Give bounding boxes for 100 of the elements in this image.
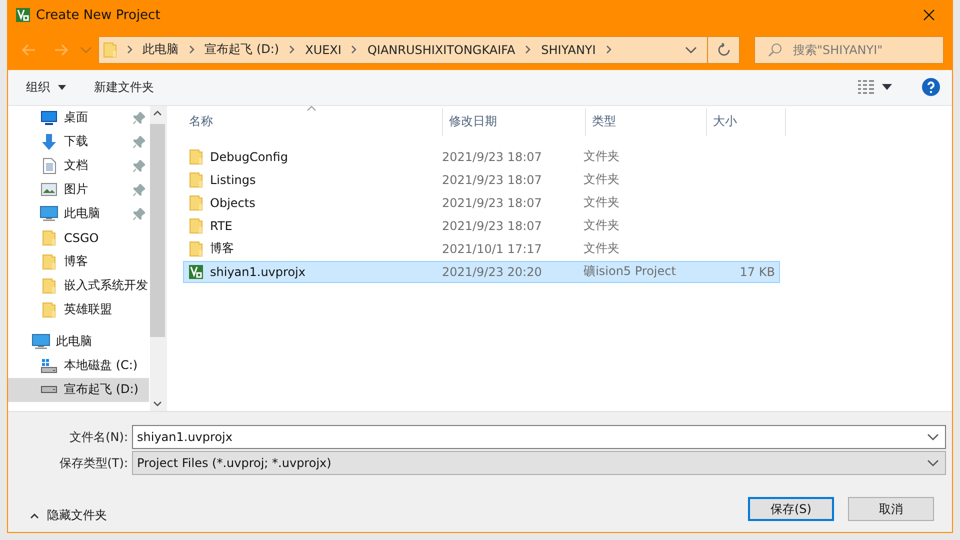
folder-icon	[189, 148, 203, 165]
breadcrumb[interactable]: 此电脑	[142, 41, 179, 58]
file-name: Objects	[210, 196, 256, 210]
modified-date: 2021/9/23 18:07	[441, 172, 543, 187]
pin-icon[interactable]	[133, 136, 145, 148]
chevron-icon	[126, 45, 133, 54]
nav-item[interactable]: 下载	[8, 130, 149, 154]
file-type-dropdown[interactable]: Project Files (*.uvproj; *.uvprojx)	[132, 451, 946, 476]
chevron-icon	[606, 45, 612, 54]
file-name-field[interactable]: shiyan1.uvprojx	[132, 425, 946, 450]
nav-item[interactable]: CSGO	[8, 226, 149, 250]
file-size: 17 KB	[738, 264, 776, 279]
file-name: shiyan1.uvprojx	[210, 264, 306, 279]
pin-icon[interactable]	[133, 184, 145, 196]
scroll-down-icon[interactable]	[153, 401, 162, 408]
nav-item[interactable]: 文档	[8, 154, 149, 178]
modified-date: 2021/9/23 18:07	[441, 196, 543, 210]
folder-icon	[189, 172, 203, 188]
hide-folders-link[interactable]: 隐藏文件夹	[47, 507, 107, 524]
pin-icon[interactable]	[133, 112, 145, 124]
project-file-icon	[189, 264, 203, 279]
folder-icon	[189, 194, 203, 211]
collapse-icon[interactable]	[30, 512, 39, 519]
file-row[interactable]: shiyan1.uvprojx 2021/9/23 20:20 礦ision5 Project 17 KB	[183, 260, 780, 283]
desktop-icon	[41, 110, 57, 125]
nav-item[interactable]: 英雄联盟	[8, 298, 149, 322]
breadcrumb[interactable]: 宣布起飞 (D:)	[204, 41, 280, 58]
file-row[interactable]: DebugConfig 2021/9/23 18:07 文件夹	[183, 146, 780, 168]
breadcrumb[interactable]: XUEXI	[305, 42, 342, 57]
cancel-button[interactable]: 取消	[848, 496, 934, 521]
nav-item[interactable]: 宣布起飞 (D:)	[8, 378, 149, 402]
folder-icon	[42, 254, 56, 270]
folder-icon	[42, 230, 56, 246]
file-name: DebugConfig	[210, 150, 288, 164]
chevron-icon	[525, 45, 532, 54]
modified-date: 2021/9/23 20:20	[440, 264, 543, 279]
chevron-icon	[289, 45, 296, 54]
breadcrumb[interactable]: SHIYANYI	[541, 42, 596, 57]
file-type: 文件夹	[582, 217, 621, 234]
column-header[interactable]: 修改日期	[443, 108, 586, 136]
document-icon	[42, 158, 56, 174]
search-icon	[768, 42, 782, 57]
pin-icon[interactable]	[133, 208, 145, 220]
file-row[interactable]: Objects 2021/9/23 18:07 文件夹	[183, 192, 780, 214]
close-icon	[923, 9, 935, 21]
help-icon[interactable]	[922, 78, 940, 96]
window-title: Create New Project	[36, 8, 162, 22]
picture-icon	[41, 183, 57, 196]
file-name: 博客	[210, 240, 234, 258]
caret-icon	[58, 84, 66, 90]
nav-item[interactable]: 此电脑	[8, 330, 149, 354]
search-field[interactable]: 搜索"SHIYANYI"	[754, 36, 944, 64]
drive-icon	[41, 386, 57, 394]
scroll-up-icon[interactable]	[153, 110, 162, 116]
chevron-icon	[188, 45, 195, 54]
folder-icon	[189, 218, 203, 234]
nav-item[interactable]: 博客	[8, 250, 149, 274]
nav-item[interactable]: 本地磁盘 (C:)	[8, 354, 149, 378]
file-row[interactable]: Listings 2021/9/23 18:07 文件夹	[183, 168, 780, 191]
nav-item[interactable]: 图片	[8, 178, 149, 202]
sort-ascending-icon	[307, 106, 316, 111]
computer-icon	[32, 334, 50, 350]
dropdown-icon[interactable]	[685, 46, 698, 54]
new-folder-button[interactable]: 新建文件夹	[86, 74, 162, 100]
nav-item[interactable]: 桌面	[8, 106, 149, 130]
refresh-icon	[716, 42, 731, 57]
chevron-icon	[351, 45, 358, 54]
address-bar[interactable]: 此电脑 宣布起飞 (D:) XUEXI QIANRUSHIXITONGKAIFA SHIYANYI	[98, 36, 708, 64]
file-type: 礦ision5 Project	[582, 263, 677, 280]
dropdown-icon[interactable]	[927, 459, 939, 468]
column-header[interactable]: 大小	[707, 108, 786, 136]
folder-icon	[42, 302, 56, 318]
file-row[interactable]: 博客 2021/10/1 17:17 文件夹	[183, 238, 780, 260]
forward-arrow-icon	[54, 44, 68, 56]
caret-icon	[882, 84, 892, 90]
scrollbar[interactable]	[150, 106, 165, 412]
nav-item[interactable]: 此电脑	[8, 202, 149, 226]
field-label: 文件名(N):	[68, 428, 128, 446]
nav-item[interactable]: 嵌入式系统开发	[8, 274, 149, 298]
file-type: 文件夹	[582, 240, 621, 258]
file-name: RTE	[210, 218, 232, 233]
field-label: 保存类型(T):	[58, 454, 128, 472]
refresh-button[interactable]	[707, 36, 740, 64]
breadcrumb[interactable]: QIANRUSHIXITONGKAIFA	[367, 42, 516, 57]
pin-icon[interactable]	[133, 160, 145, 172]
modified-date: 2021/10/1 17:17	[441, 242, 543, 256]
computer-icon	[40, 206, 58, 222]
save-button[interactable]: 保存(S)	[748, 496, 834, 521]
download-icon	[41, 134, 57, 150]
column-header[interactable]: 名称	[183, 108, 443, 136]
dropdown-icon[interactable]	[927, 433, 939, 442]
folder-icon	[102, 42, 117, 58]
column-header[interactable]: 类型	[586, 108, 707, 136]
file-type: 文件夹	[582, 194, 621, 212]
organize-button[interactable]: 组织	[18, 74, 74, 100]
modified-date: 2021/9/23 18:07	[441, 150, 543, 164]
file-type: 文件夹	[582, 171, 621, 188]
back-arrow-icon	[22, 44, 36, 56]
file-row[interactable]: RTE 2021/9/23 18:07 文件夹	[183, 214, 780, 237]
app-icon	[16, 8, 30, 22]
